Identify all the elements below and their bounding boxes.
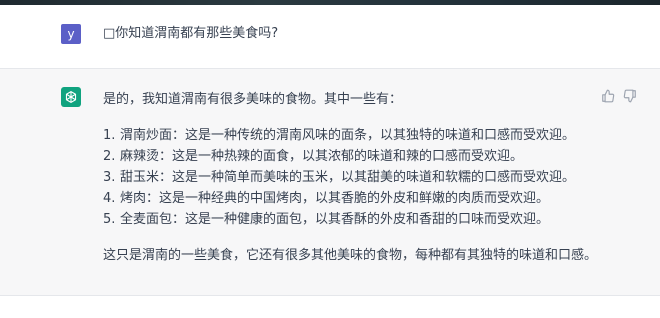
list-item: 2. 麻辣烫：这是一种热辣的面食，以其浓郁的味道和辣的口感而受欢迎。 [103,146,575,167]
list-item-text: 甜玉米：这是一种简单而美味的玉米，以其甜美的味道和软糯的口感而受欢迎。 [120,170,576,185]
food-list: 1. 渭南炒面：这是一种传统的渭南风味的面条，以其独特的味道和口感而受欢迎。 2… [103,125,575,230]
assistant-intro-text: 是的，我知道渭南有很多美味的食物。其中一些有： [103,92,403,107]
list-item-text: 麻辣烫：这是一种热辣的面食，以其浓郁的味道和辣的口感而受欢迎。 [120,149,524,164]
list-item-text: 全麦面包：这是一种健康的面包，以其香酥的外皮和香甜的口味而受欢迎。 [120,212,550,227]
user-message-text: □你知道渭南都有那些美食吗? [103,26,279,41]
list-item-text: 渭南炒面：这是一种传统的渭南风味的面条，以其独特的味道和口感而受欢迎。 [120,128,576,143]
list-item-number: 4. [103,191,116,206]
feedback-buttons [593,89,637,103]
list-item-text: 烤肉：这是一种经典的中国烤肉，以其香脆的外皮和鲜嫩的肉质而受欢迎。 [120,191,550,206]
list-item: 4. 烤肉：这是一种经典的中国烤肉，以其香脆的外皮和鲜嫩的肉质而受欢迎。 [103,188,575,209]
list-item: 3. 甜玉米：这是一种简单而美味的玉米，以其甜美的味道和软糯的口感而受欢迎。 [103,167,575,188]
thumbs-up-icon[interactable] [601,89,615,103]
list-item-number: 1. [103,128,116,143]
list-item-number: 5. [103,212,116,227]
list-item: 5. 全麦面包：这是一种健康的面包，以其香酥的外皮和香甜的口味而受欢迎。 [103,209,575,230]
user-avatar: y [61,24,81,44]
user-message-row: y □你知道渭南都有那些美食吗? [0,5,660,68]
assistant-outro-text: 这只是渭南的一些美食，它还有很多其他美味的食物，每种都有其独特的味道和口感。 [103,248,598,263]
openai-logo-icon [61,87,81,107]
list-item-number: 3. [103,170,116,185]
assistant-message-row: 是的，我知道渭南有很多美味的食物。其中一些有： 1. 渭南炒面：这是一种传统的渭… [0,68,660,296]
thumbs-down-icon[interactable] [623,89,637,103]
list-item: 1. 渭南炒面：这是一种传统的渭南风味的面条，以其独特的味道和口感而受欢迎。 [103,125,575,146]
list-item-number: 2. [103,149,116,164]
